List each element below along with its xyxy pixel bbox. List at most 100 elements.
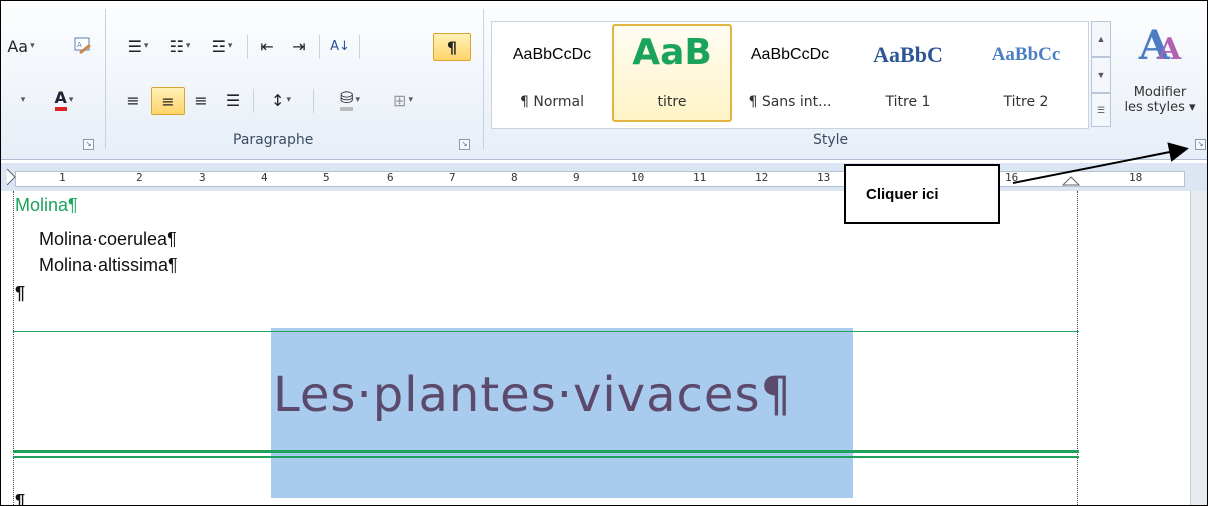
clear-formatting-icon[interactable]: A [65,33,101,59]
align-right-icon: ≡ [194,90,208,110]
ruler-number: 4 [261,171,268,184]
style-name: ¶ Normal [519,94,584,110]
ruler-number: 12 [755,171,769,184]
align-center-icon: ≡ [161,91,175,111]
align-center-button[interactable]: ≡ [151,87,185,115]
increase-indent-button[interactable]: ⇥ [285,33,313,59]
style-sans-interligne[interactable]: AaBbCcDc ¶ Sans int... [732,26,848,120]
modify-styles-label-1: Modifier [1133,85,1187,100]
numbering-button[interactable]: ☷ ▾ [163,33,197,59]
pilcrow-icon: ¶ [446,37,458,57]
ribbon: Aa ▾ A ▾ A ▾ ↘ ☰ ▾ ☷ ▾ ☲ ▾ ⇤ ⇥ A↓ ¶ ≡ ≡ … [1,1,1207,160]
style-titre-2[interactable]: AaBbCc Titre 2 [968,26,1084,120]
style-name: ¶ Sans int... [748,94,832,110]
toolbar-separator [253,89,254,113]
callout-text: Cliquer ici [866,185,939,203]
gallery-up-button[interactable]: ▲ [1091,21,1111,57]
modify-styles-label-2: les styles ▾ [1124,100,1196,115]
toolbar-separator [319,35,320,59]
doc-line-species-1[interactable]: Molina·coerulea¶ [39,229,177,250]
toolbar-separator [247,35,248,59]
toolbar-separator [359,35,360,59]
multilevel-list-icon: ☲ [211,36,226,56]
horizontal-ruler[interactable]: 1 2 3 4 5 6 7 8 9 10 11 12 13 16 18 [1,163,1207,192]
style-dialog-launcher[interactable]: ↘ [1195,139,1206,150]
ruler-number: 10 [631,171,645,184]
ruler-number: 13 [817,171,831,184]
paragraph-dialog-launcher[interactable]: ↘ [459,139,470,150]
style-titre[interactable]: AaB titre [612,24,732,122]
group-separator [483,9,484,149]
font-color-button[interactable]: A ▾ [37,87,91,113]
modify-styles-button[interactable]: AA Modifier les styles ▾ [1113,23,1207,133]
style-sample: AaB [632,32,712,73]
style-name: Titre 2 [1003,94,1049,110]
gallery-more-button[interactable]: ☰ [1091,93,1111,127]
style-sample: AaBbCc [991,44,1061,65]
ruler-number: 8 [511,171,518,184]
vertical-scrollbar[interactable] [1190,191,1207,505]
ruler-number: 1 [59,171,66,184]
numbering-icon: ☷ [169,36,184,56]
ruler-number: 16 [1005,171,1019,184]
doc-empty-paragraph[interactable]: ¶ [15,283,25,304]
document-title[interactable]: Les·plantes·vivaces¶ [273,367,792,423]
title-border-top [13,331,1079,332]
doc-line-species-2[interactable]: Molina·altissima¶ [39,255,178,276]
shading-button[interactable]: ⛁ ▾ [327,87,373,113]
ruler-number: 18 [1129,171,1143,184]
style-titre-1[interactable]: AaBbC Titre 1 [850,26,966,120]
font-dialog-launcher[interactable]: ↘ [83,139,94,150]
change-styles-icon: AA [1138,22,1182,69]
instruction-callout: Cliquer ici [844,164,1000,224]
align-left-icon: ≡ [126,90,140,110]
bullets-button[interactable]: ☰ ▾ [121,33,155,59]
sort-button[interactable]: A↓ [325,33,355,59]
styles-gallery: AaBbCcDc ¶ Normal AaB titre AaBbCcDc ¶ S… [491,21,1089,129]
ruler-number: 5 [323,171,330,184]
sort-icon: A↓ [330,38,350,54]
title-border-bottom-1 [13,450,1079,453]
align-left-button[interactable]: ≡ [119,87,147,113]
justify-button[interactable]: ☰ [219,87,247,113]
decrease-indent-icon: ⇤ [260,36,274,56]
paint-bucket-icon: ⛁ [340,89,354,111]
style-sample: AaBbCcDc [750,46,830,63]
line-spacing-icon: ↕ [271,90,285,110]
style-name: Titre 1 [885,94,931,110]
justify-icon: ☰ [225,90,241,110]
change-case-button[interactable]: Aa ▾ [3,33,39,59]
style-group-label: Style [813,132,849,148]
change-case-label: Aa [7,36,29,56]
line-spacing-button[interactable]: ↕ ▾ [259,87,303,113]
doc-empty-paragraph-2[interactable]: ¶ [15,491,25,505]
doc-line-heading[interactable]: Molina¶ [15,195,78,216]
paragraph-group-label: Paragraphe [233,132,314,148]
gallery-down-button[interactable]: ▼ [1091,57,1111,93]
group-separator [105,9,106,149]
decrease-indent-button[interactable]: ⇤ [253,33,281,59]
left-margin-guide [13,191,14,505]
align-right-button[interactable]: ≡ [187,87,215,113]
style-name: titre [657,94,687,110]
ruler-number: 3 [199,171,206,184]
toolbar-separator [313,89,314,113]
multilevel-list-button[interactable]: ☲ ▾ [205,33,239,59]
borders-button[interactable]: ⊞ ▾ [381,87,425,113]
show-formatting-marks-button[interactable]: ¶ [433,33,471,61]
title-border-bottom-2 [13,456,1079,458]
font-color-dropdown-left[interactable]: ▾ [7,87,37,113]
clear-format-svg: A [74,37,91,55]
ruler-ticks [6,168,1081,186]
style-sample: AaBbCcDc [512,46,592,63]
gallery-scroll: ▲ ▼ ☰ [1091,21,1111,127]
ruler-number: 2 [136,171,143,184]
ruler-number: 6 [387,171,394,184]
font-color-icon: A [54,89,67,111]
ruler-number: 7 [449,171,456,184]
bullets-icon: ☰ [127,36,142,56]
increase-indent-icon: ⇥ [292,36,306,56]
style-normal[interactable]: AaBbCcDc ¶ Normal [494,26,610,120]
ruler-number: 11 [693,171,707,184]
right-margin-guide [1077,191,1078,505]
